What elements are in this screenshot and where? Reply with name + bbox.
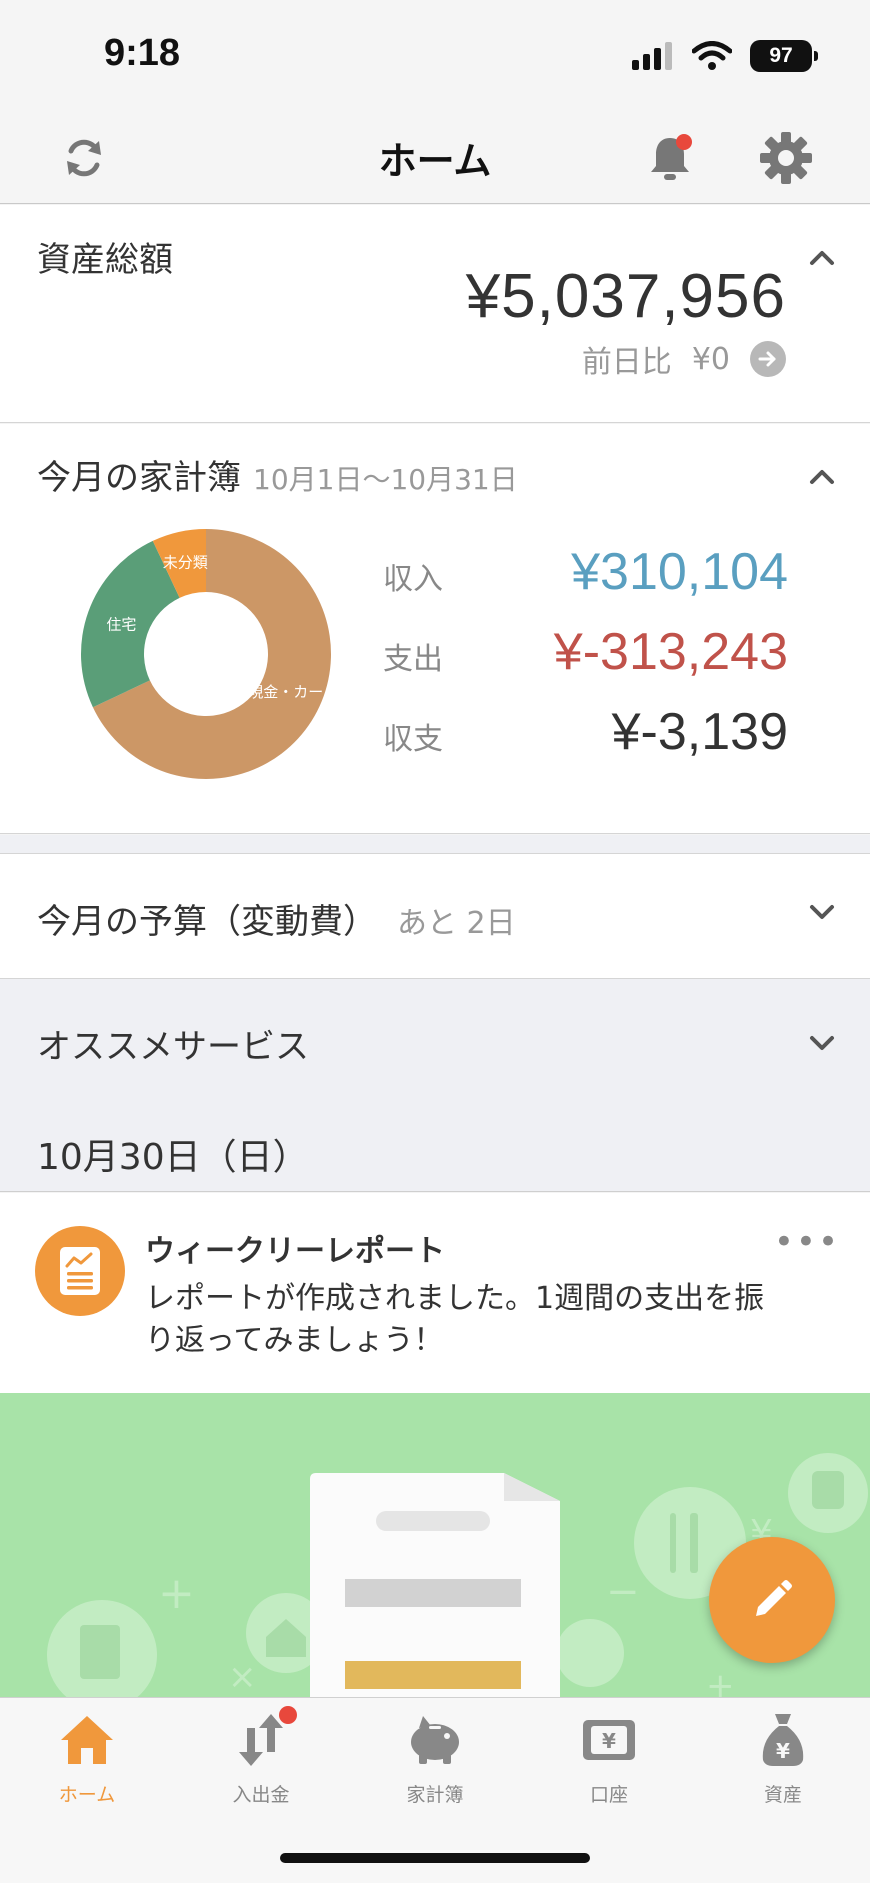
- svg-text:−: −: [606, 1569, 640, 1615]
- asset-total-card[interactable]: 資産総額 ¥5,037,956 前日比 ¥0: [0, 205, 870, 423]
- expense-label: 支出: [383, 642, 443, 677]
- notification-badge: [676, 134, 692, 150]
- donut-slice-label: 住宅: [106, 616, 136, 634]
- more-options-icon[interactable]: •••: [774, 1222, 840, 1262]
- tab-label: 資産: [763, 1784, 802, 1806]
- piggy-bank-icon: [405, 1710, 465, 1770]
- asset-total-value: ¥5,037,956: [465, 262, 786, 331]
- category-donut-chart[interactable]: 現金・カー 住宅 未分類: [78, 526, 334, 782]
- chevron-down-icon[interactable]: [804, 894, 840, 930]
- status-bar: 9:18 97: [0, 0, 870, 110]
- summary-expense-row: 支出 ¥-313,243: [383, 622, 788, 682]
- asset-total-title: 資産総額: [37, 240, 173, 280]
- svg-text:+: +: [706, 1666, 735, 1697]
- nav-bar: ホーム: [0, 110, 870, 204]
- budget-title-row: 今月の予算（変動費） あと 2日: [37, 894, 516, 943]
- tab-household[interactable]: 家計簿: [348, 1710, 522, 1807]
- settings-gear-icon[interactable]: [756, 128, 816, 188]
- page-title: ホーム: [378, 139, 492, 183]
- tab-accounts[interactable]: ¥ 口座: [522, 1710, 696, 1807]
- report-icon: [35, 1226, 125, 1316]
- asset-diff-value: ¥0: [691, 341, 730, 377]
- notice-title: ウィークリーレポート: [145, 1234, 445, 1269]
- signal-icon: [632, 42, 672, 70]
- recommend-title: オススメサービス: [37, 1027, 309, 1067]
- money-bag-icon: ¥: [753, 1710, 813, 1770]
- arrow-right-icon[interactable]: [750, 341, 786, 377]
- budget-card[interactable]: 今月の予算（変動費） あと 2日: [0, 853, 870, 978]
- home-icon: [57, 1710, 117, 1770]
- tab-label: 口座: [589, 1784, 628, 1806]
- section-divider: [0, 835, 870, 853]
- notice-body: レポートが作成されました。1週間の支出を振り返ってみましょう！: [145, 1281, 765, 1358]
- donut-slice-label: 現金・カー: [248, 683, 323, 701]
- pencil-icon: [756, 1580, 792, 1616]
- summary-balance-row: 収支 ¥-3,139: [383, 702, 788, 762]
- svg-text:¥: ¥: [776, 1739, 790, 1763]
- svg-text:¥: ¥: [602, 1729, 616, 1753]
- bottom-tab-bar: ホーム 入出金 家計簿 ¥ 口座 ¥ 資産: [0, 1697, 870, 1883]
- asset-diff-label: 前日比: [581, 345, 672, 380]
- income-label: 収入: [383, 562, 443, 597]
- expense-value: ¥-313,243: [553, 623, 788, 681]
- tab-label: 入出金: [232, 1784, 290, 1806]
- tab-label: ホーム: [58, 1784, 116, 1806]
- summary-income-row: 収入 ¥310,104: [383, 542, 788, 602]
- add-entry-fab[interactable]: [709, 1537, 835, 1663]
- tab-assets[interactable]: ¥ 資産: [696, 1710, 870, 1807]
- household-period: 10月1日〜10月31日: [253, 463, 518, 496]
- household-card[interactable]: 今月の家計簿 10月1日〜10月31日 現金・カー 住宅 未分類 収入 ¥310,10…: [0, 424, 870, 834]
- donut-slice-label: 未分類: [163, 553, 208, 571]
- home-indicator: [280, 1853, 590, 1863]
- transactions-badge: [279, 1706, 297, 1724]
- balance-label: 収支: [383, 722, 443, 757]
- balance-value: ¥-3,139: [611, 703, 788, 761]
- chevron-up-icon[interactable]: [804, 458, 840, 494]
- battery-indicator: 97: [750, 40, 818, 72]
- transfer-icon: [231, 1706, 297, 1770]
- wallet-icon: ¥: [579, 1710, 639, 1770]
- budget-remaining: あと 2日: [397, 906, 516, 941]
- tab-transactions[interactable]: 入出金: [174, 1706, 348, 1807]
- timeline-date: 10月30日（日）: [37, 1137, 309, 1178]
- wifi-icon: [692, 41, 732, 70]
- notification-bell-icon[interactable]: [640, 128, 700, 188]
- tab-label: 家計簿: [406, 1784, 464, 1806]
- status-time: 9:18: [104, 32, 181, 74]
- chevron-up-icon[interactable]: [804, 239, 840, 275]
- svg-text:×: ×: [228, 1657, 257, 1697]
- household-title-row: 今月の家計簿 10月1日〜10月31日: [37, 450, 518, 499]
- chevron-down-icon[interactable]: [804, 1025, 840, 1061]
- svg-text:+: +: [158, 1568, 195, 1619]
- household-title: 今月の家計簿: [37, 458, 241, 498]
- tab-home[interactable]: ホーム: [0, 1710, 174, 1807]
- budget-title: 今月の予算（変動費）: [37, 902, 377, 942]
- status-icons: 97: [632, 40, 818, 72]
- income-value: ¥310,104: [571, 543, 788, 601]
- asset-diff-row[interactable]: 前日比 ¥0: [582, 337, 786, 381]
